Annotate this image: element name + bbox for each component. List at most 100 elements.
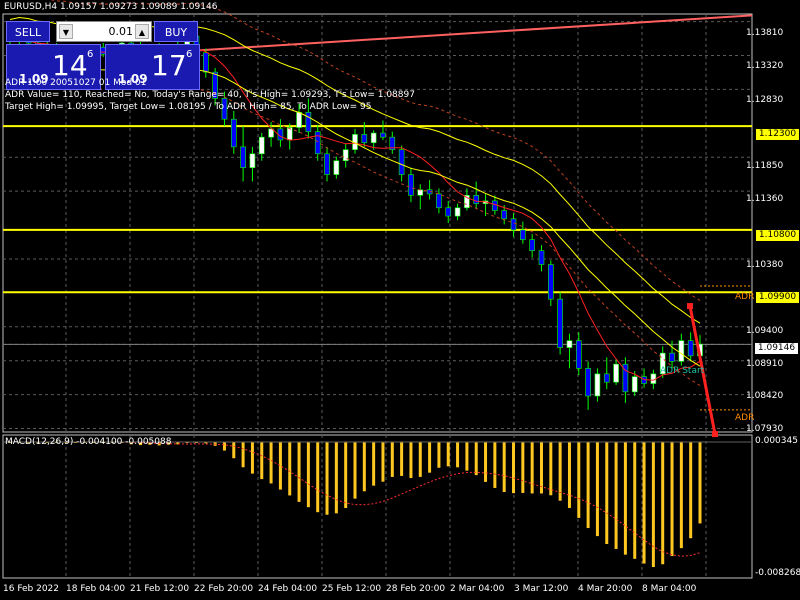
macd-histogram-bar: [698, 442, 702, 524]
macd-histogram-bar: [642, 442, 646, 564]
macd-histogram-bar: [623, 442, 627, 555]
macd-histogram-bar: [465, 442, 469, 471]
time-axis-label: 28 Feb 20:00: [386, 584, 446, 594]
macd-histogram-bar: [539, 442, 543, 494]
macd-title: MACD(12,26,9) -0.004100 -0.005088: [5, 437, 172, 447]
current-price-tag: 1.09146: [755, 343, 798, 354]
candle-body: [258, 136, 265, 155]
macd-histogram-bar: [241, 442, 245, 468]
macd-histogram-bar: [512, 442, 516, 494]
candle-body: [603, 373, 610, 383]
candle-body: [398, 149, 405, 175]
macd-histogram-bar: [474, 442, 478, 476]
time-axis-label: 16 Feb 2022: [3, 584, 60, 594]
macd-histogram-bar: [269, 442, 273, 484]
macd-histogram-bar: [595, 442, 599, 537]
adr-info-line-2: ADR Value= 110, Reached= No, Today's Ran…: [5, 90, 415, 100]
macd-histogram-bar: [456, 442, 460, 468]
time-axis-label: 4 Mar 20:00: [578, 584, 633, 594]
ask-fraction: 6: [186, 49, 193, 60]
adr-high-label: ADR: [735, 292, 755, 302]
macd-histogram-bar: [334, 442, 338, 514]
macd-histogram-bar: [288, 442, 292, 496]
macd-histogram-bar: [362, 442, 366, 492]
macd-histogram-bar: [232, 442, 236, 459]
macd-histogram-bar: [661, 442, 665, 565]
candle-body: [548, 264, 554, 300]
lot-decrease-icon[interactable]: ▼: [59, 24, 73, 39]
level-tag-112300: 1.12300: [755, 128, 800, 141]
macd-histogram-bar: [493, 442, 497, 488]
macd-histogram-bar: [446, 442, 450, 467]
macd-histogram-bar: [614, 442, 618, 549]
candle-body: [669, 352, 675, 362]
candle-body: [594, 373, 601, 397]
candle-body: [501, 210, 507, 220]
price-axis-label: 1.08420: [746, 391, 784, 401]
price-axis-label: 1.07930: [746, 424, 784, 434]
price-axis-label: 1.09400: [746, 326, 784, 336]
macd-histogram-bar: [409, 442, 413, 479]
ask-pips: 17: [151, 49, 187, 82]
candle-body: [631, 376, 638, 393]
macd-histogram-bar: [679, 442, 683, 549]
time-axis-label: 21 Feb 12:00: [130, 584, 190, 594]
candle-body: [380, 132, 386, 138]
time-axis-label: 2 Mar 04:00: [450, 584, 505, 594]
macd-histogram-bar: [484, 442, 488, 482]
macd-histogram-bar: [633, 442, 637, 559]
macd-histogram-bar: [400, 442, 404, 476]
price-axis-label: 1.10380: [746, 260, 784, 270]
adr-high-marker: [687, 303, 693, 310]
adr-low-marker: [712, 431, 718, 438]
adr-info-line-3: Target High= 1.09995, Target Low= 1.0819…: [5, 102, 372, 112]
macd-histogram-bar: [353, 442, 357, 499]
lot-value[interactable]: 0.01: [75, 25, 134, 38]
candle-body: [678, 340, 685, 362]
candle-body: [510, 218, 517, 231]
price-axis-label: 1.13810: [746, 28, 784, 38]
one-click-trading-panel: SELL ▼ 0.01 ▲ BUY 1.09 14 6 1.09 17 6: [6, 19, 200, 101]
macd-histogram-bar: [586, 442, 590, 529]
candle-body: [370, 132, 377, 144]
macd-histogram-bar: [325, 442, 329, 515]
price-axis-label: 1.12830: [746, 95, 784, 105]
candle-body: [529, 239, 535, 251]
candle-body: [249, 153, 256, 168]
macd-histogram-bar: [250, 442, 254, 474]
macd-histogram-bar: [297, 442, 301, 502]
candle-body: [305, 111, 312, 132]
candle-body: [361, 134, 368, 144]
macd-histogram-bar: [278, 442, 282, 490]
macd-histogram-bar: [372, 442, 376, 486]
candle-body: [492, 200, 498, 211]
price-axis-label: 1.11850: [746, 161, 784, 171]
candle-body: [333, 160, 340, 175]
candle-body: [314, 131, 321, 155]
macd-histogram-bar: [316, 442, 320, 513]
macd-histogram-bar: [260, 442, 264, 480]
sell-button[interactable]: SELL: [6, 21, 50, 42]
candle-body: [203, 52, 209, 73]
buy-button[interactable]: BUY: [154, 21, 198, 42]
adr-low-label: ADR: [735, 413, 755, 423]
price-axis-label: 1.11360: [746, 194, 784, 204]
candle-body: [436, 193, 442, 209]
lot-size-input[interactable]: ▼ 0.01 ▲: [56, 21, 152, 42]
candle-body: [473, 195, 480, 204]
candle-body: [613, 363, 619, 383]
macd-histogram-bar: [418, 442, 422, 477]
macd-histogram-bar: [689, 442, 693, 539]
chart-title: EURUSD,H4 1.09157 1.09273 1.09089 1.0914…: [4, 2, 218, 12]
bid-fraction: 6: [87, 49, 94, 60]
macd-histogram-bar: [521, 442, 525, 493]
macd-histogram-bar: [651, 442, 655, 567]
candle-body: [538, 250, 545, 265]
macd-pane-frame: [2, 434, 753, 579]
candle-body: [445, 207, 452, 217]
candle-body: [286, 127, 293, 141]
macd-histogram-bar: [530, 442, 534, 494]
lot-increase-icon[interactable]: ▲: [135, 24, 149, 39]
macd-histogram-bar: [344, 442, 348, 509]
adr-start-label: ADR Start: [660, 366, 705, 376]
